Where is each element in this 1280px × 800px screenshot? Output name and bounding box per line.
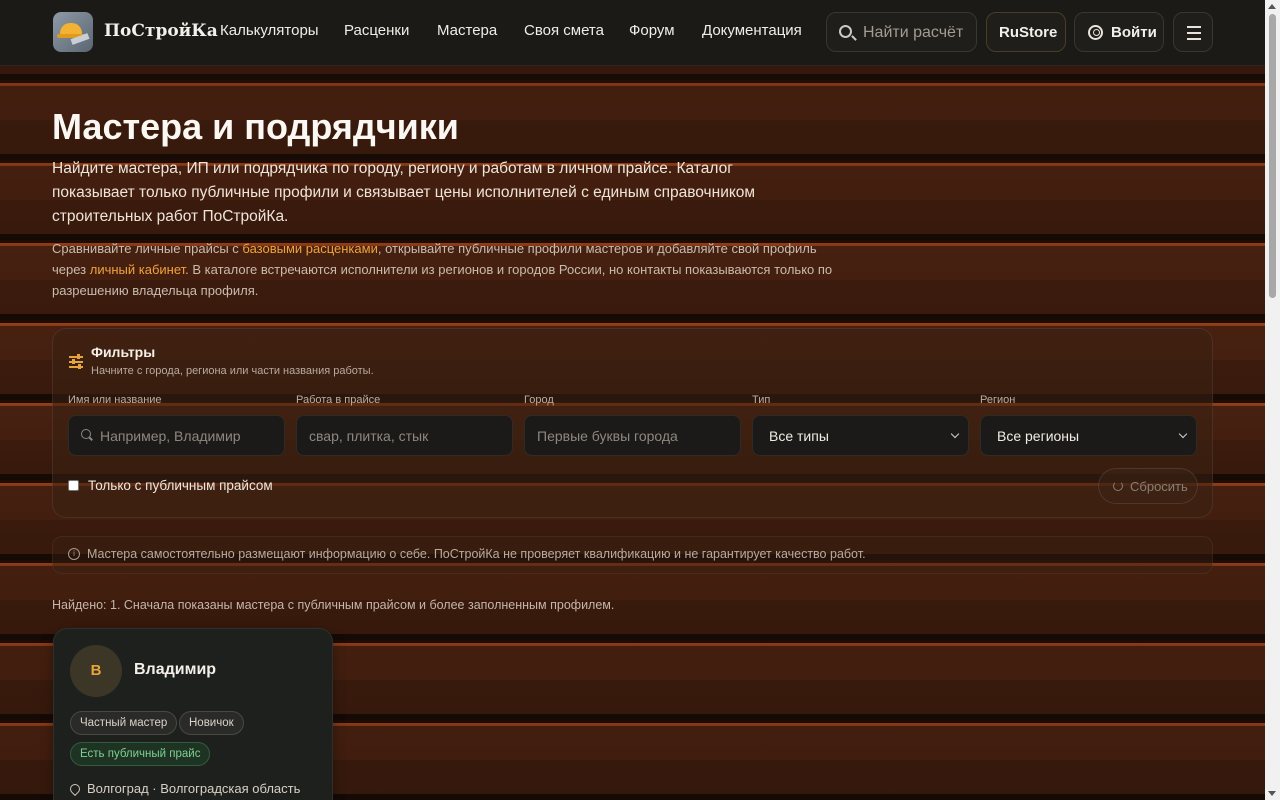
menu-button[interactable] [1173,12,1213,52]
search-icon [81,429,91,439]
disclaimer-notice: i Мастера самостоятельно размещают инфор… [52,536,1213,574]
filters-panel: Фильтры Начните с города, региона или ча… [52,328,1213,518]
city-field-label: Город [524,394,554,406]
region-field-label: Регион [980,394,1016,406]
logo-icon[interactable] [53,12,93,52]
tag-newbie: Новичок [179,711,244,735]
public-price-label[interactable]: Только с публичным прайсом [88,478,273,493]
type-field-label: Тип [752,394,771,406]
nav-calculators[interactable]: Калькуляторы [220,22,319,39]
nav-forum[interactable]: Форум [629,22,675,39]
type-select[interactable]: Все типы [752,415,969,456]
search-placeholder: Найти расчёт [863,24,964,41]
region-select[interactable]: Все регионы [980,415,1197,456]
tag-private-master: Частный мастер [70,711,178,735]
work-input[interactable]: свар, плитка, стык [296,415,513,456]
name-input[interactable]: Например, Владимир [68,415,285,456]
search-icon [839,25,852,38]
master-card[interactable]: В Владимир Частный мастер Новичок Есть п… [53,628,333,800]
location-pin-icon [67,781,83,797]
nav-prices[interactable]: Расценки [344,22,409,39]
public-price-badge: Есть публичный прайс [70,742,211,766]
rustore-button[interactable]: RuStore [986,12,1066,52]
nav-masters[interactable]: Мастера [437,22,497,39]
header-search[interactable]: Найти расчёт [826,12,977,52]
filters-subtitle: Начните с города, региона или части назв… [91,365,374,377]
page-lead: Найдите мастера, ИП или подрядчика по го… [52,160,756,225]
base-prices-link[interactable]: базовыми расценками [242,241,377,256]
top-header: ПоСтройКа Калькуляторы Расценки Мастера … [0,0,1265,66]
chevron-down-icon [950,429,960,439]
work-field-label: Работа в прайсе [296,394,381,406]
nav-own-estimate[interactable]: Своя смета [524,22,604,39]
brand-name[interactable]: ПоСтройКа [104,21,218,41]
scroll-up-icon[interactable] [1268,4,1276,9]
scroll-down-icon[interactable] [1268,791,1276,796]
filters-title: Фильтры [91,344,156,360]
page-title: Мастера и подрядчики [52,106,459,147]
info-icon: i [68,548,80,560]
name-field-label: Имя или название [68,394,162,406]
avatar: В [70,645,122,697]
master-name[interactable]: Владимир [134,661,216,679]
chevron-down-icon [1178,429,1188,439]
page-scrollbar[interactable] [1265,0,1280,800]
sliders-icon [69,354,83,369]
page-note: Сравнивайте личные прайсы с базовыми рас… [52,241,833,298]
results-count: Найдено: 1. Сначала показаны мастера с п… [52,598,615,612]
login-button[interactable]: Войти [1074,12,1164,52]
disclaimer-text: Мастера самостоятельно размещают информа… [87,547,866,561]
public-price-checkbox[interactable] [68,480,79,491]
scrollbar-thumb[interactable] [1269,14,1276,298]
personal-cabinet-link[interactable]: личный кабинет [90,262,185,277]
master-location: Волгоград · Волгоградская область [67,781,300,797]
reset-button[interactable]: Сбросить [1098,468,1198,504]
city-input[interactable]: Первые буквы города [524,415,741,456]
nav-documentation[interactable]: Документация [702,22,802,39]
user-icon [1088,25,1103,40]
refresh-icon [1113,481,1123,491]
